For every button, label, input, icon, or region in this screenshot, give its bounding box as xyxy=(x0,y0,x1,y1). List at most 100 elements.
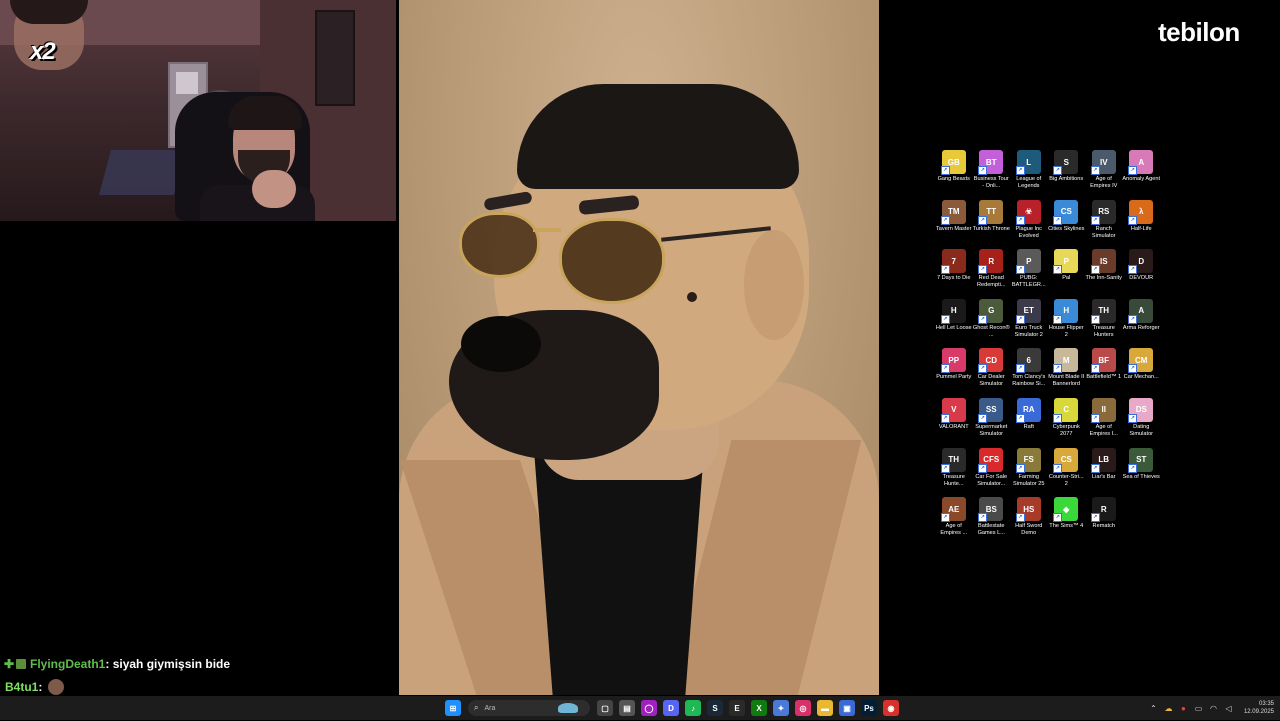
desktop-icon[interactable]: FS ↗ Farming Simulator 25 xyxy=(1010,447,1048,498)
instagram-icon[interactable]: ◎ xyxy=(795,700,811,716)
search-highlight-icon xyxy=(558,703,578,713)
desktop-icon[interactable]: H ↗ Hell Let Loose xyxy=(935,298,973,349)
desktop-icon[interactable]: ◆ ↗ The Sims™ 4 xyxy=(1048,497,1086,547)
chrome-icon[interactable]: ◉ xyxy=(883,700,899,716)
app-icon: S ↗ xyxy=(1053,150,1079,175)
discord-icon[interactable]: D xyxy=(663,700,679,716)
desktop-icon[interactable]: TM ↗ Tavern Master xyxy=(935,199,973,250)
chevron-up-icon[interactable]: ⌃ xyxy=(1149,704,1158,713)
desktop-icon[interactable]: CM ↗ Car Mechan... xyxy=(1123,348,1161,398)
app-purple-icon[interactable]: ◯ xyxy=(641,700,657,716)
sunglasses-lens-left xyxy=(459,212,540,278)
app-icon: A ↗ xyxy=(1128,150,1154,175)
desktop-icon[interactable]: CS ↗ Counter-Stri... 2 xyxy=(1048,447,1086,498)
desktop-icon[interactable]: RS ↗ Ranch Simulator xyxy=(1085,199,1123,250)
desktop-icon[interactable]: C ↗ Cyberpunk 2077 xyxy=(1048,397,1086,448)
desktop-icon-label: Mount Blade II Bannerlord xyxy=(1048,374,1085,388)
desktop-icon-label: Pummel Party xyxy=(936,374,972,381)
desktop-icon[interactable]: IV ↗ Age of Empires IV xyxy=(1085,150,1123,200)
desktop-icon[interactable]: TH ↗ Treasure Hunters xyxy=(1085,298,1123,349)
shortcut-arrow-icon: ↗ xyxy=(1128,364,1138,374)
steam-icon[interactable]: S xyxy=(707,700,723,716)
desktop-icon[interactable]: R ↗ Red Dead Redempti... xyxy=(973,249,1011,299)
desktop-icon[interactable]: BS ↗ Battlestate Games L... xyxy=(973,497,1011,547)
epic-games-icon[interactable]: E xyxy=(729,700,745,716)
shortcut-arrow-icon: ↗ xyxy=(1128,314,1138,324)
shortcut-arrow-icon: ↗ xyxy=(1015,215,1025,225)
desktop-icon[interactable]: M ↗ Mount Blade II Bannerlord xyxy=(1048,348,1086,398)
app-icon: L ↗ xyxy=(1015,150,1041,175)
taskbar-search[interactable]: ⌕ Ara xyxy=(468,700,590,716)
desktop-icon[interactable]: 6 ↗ Tom Clancy's Rainbow Si... xyxy=(1010,348,1048,398)
task-view-icon[interactable]: ▢ xyxy=(597,700,613,716)
desktop-icon-label: League of Legends xyxy=(1016,176,1042,189)
desktop-icon[interactable]: S ↗ Big Ambitions xyxy=(1048,150,1086,200)
desktop-icon[interactable]: HS ↗ Half Sword Demo xyxy=(1010,497,1048,547)
shortcut-arrow-icon: ↗ xyxy=(1128,463,1138,473)
desktop-icon[interactable]: CS ↗ Cities Skylines xyxy=(1048,199,1086,250)
desktop-icon[interactable]: BF ↗ Battlefield™ 1 xyxy=(1085,348,1123,398)
desktop-icon[interactable]: P ↗ PUBG: BATTLEGR... xyxy=(1010,249,1048,299)
desktop-icon[interactable]: H ↗ House Flipper 2 xyxy=(1048,298,1086,349)
shortcut-arrow-icon: ↗ xyxy=(1090,463,1100,473)
desktop-icon-label: PUBG: BATTLEGR... xyxy=(1011,275,1046,289)
app-icon: R ↗ xyxy=(978,249,1004,275)
desktop-icon[interactable]: CFS ↗ Car For Sale Simulator... xyxy=(973,447,1011,498)
desktop-icon[interactable]: TH ↗ Treasure Hunte... xyxy=(935,447,973,498)
desktop-icon-label: Car Dealer Simulator xyxy=(977,374,1005,388)
taskbar-apps: ▢ ▤ ◯ D ♪ S E X ✦ ◎ ▬ ▣ Ps ◉ xyxy=(594,700,902,716)
desktop-icon[interactable]: D ↗ DEVOUR xyxy=(1123,249,1161,299)
app-icon: H ↗ xyxy=(940,298,966,324)
chat-username[interactable]: FlyingDeath1 xyxy=(30,657,105,671)
desktop-icon[interactable]: ☣ ↗ Plague Inc Evolved xyxy=(1010,199,1048,250)
copilot-icon[interactable]: ✦ xyxy=(773,700,789,716)
taskbar-clock[interactable]: 03:35 12.09.2025 xyxy=(1244,700,1274,716)
streamer-hair xyxy=(228,96,302,130)
chat-text: : siyah giymişsin bide xyxy=(105,656,231,671)
desktop-icon[interactable]: DS ↗ Dating Simulator xyxy=(1123,397,1161,448)
desktop-icon[interactable]: λ ↗ Half-Life xyxy=(1123,199,1161,250)
file-manager-icon[interactable]: ▤ xyxy=(619,700,635,716)
desktop-icon[interactable]: R ↗ Rematch xyxy=(1085,497,1123,547)
wifi-icon[interactable]: ◠ xyxy=(1209,704,1218,713)
desktop-icon[interactable]: A ↗ Anomaly Agent xyxy=(1122,150,1161,200)
desktop-icon[interactable]: RA ↗ Raft xyxy=(1010,397,1048,448)
desktop-icon[interactable]: G ↗ Ghost Recon® ... xyxy=(973,298,1011,349)
desktop-icon[interactable]: P ↗ Pal xyxy=(1048,249,1086,299)
desktop-icon[interactable]: 7 ↗ 7 Days to Die xyxy=(935,249,973,299)
shortcut-arrow-icon: ↗ xyxy=(1090,215,1100,225)
desktop-icon[interactable]: PP ↗ Pummel Party xyxy=(935,348,973,398)
desktop-icon-label: Anomaly Agent xyxy=(1122,176,1161,182)
desktop-icon[interactable]: II ↗ Age of Empires I... xyxy=(1085,397,1123,448)
desktop-icon[interactable]: ST ↗ Sea of Thieves xyxy=(1123,447,1161,498)
folder-icon[interactable]: ▣ xyxy=(839,700,855,716)
desktop-icon[interactable]: IS ↗ The Inn-Sanity xyxy=(1085,249,1123,299)
desktop-icon[interactable]: A ↗ Arma Reforger xyxy=(1123,298,1161,349)
windows-start-icon[interactable]: ⊞ xyxy=(445,700,461,716)
desktop-icon[interactable]: AE ↗ Age of Empires ... xyxy=(935,497,973,547)
desktop-icon[interactable]: V ↗ VALORANT xyxy=(935,397,973,448)
app-icon: GB ↗ xyxy=(940,150,966,175)
shortcut-arrow-icon: ↗ xyxy=(978,513,988,523)
onedrive-icon[interactable]: ☁ xyxy=(1164,704,1173,713)
xbox-icon[interactable]: X xyxy=(751,700,767,716)
display-icon[interactable]: ▭ xyxy=(1194,704,1203,713)
app-icon: PP ↗ xyxy=(940,348,966,374)
shortcut-arrow-icon: ↗ xyxy=(1053,314,1063,324)
chat-username[interactable]: B4tu1 xyxy=(5,680,38,694)
desktop-icon[interactable]: GB ↗ Gang Beasts xyxy=(935,150,973,200)
explorer-icon[interactable]: ▬ xyxy=(817,700,833,716)
spotify-icon[interactable]: ♪ xyxy=(685,700,701,716)
desktop-icon[interactable]: TT ↗ Turkish Throne xyxy=(973,199,1011,250)
shortcut-arrow-icon: ↗ xyxy=(1128,265,1138,275)
desktop-icon[interactable]: LB ↗ Liar's Bar xyxy=(1085,447,1123,498)
desktop-icon[interactable]: SS ↗ Supermarket Simulator xyxy=(973,397,1011,448)
desktop-icon-label: Car Mechan... xyxy=(1123,374,1159,381)
desktop-icon[interactable]: L ↗ League of Legends xyxy=(1010,150,1048,200)
desktop-icon[interactable]: ET ↗ Euro Truck Simulator 2 xyxy=(1010,298,1048,349)
desktop-icon[interactable]: CD ↗ Car Dealer Simulator xyxy=(973,348,1011,398)
volume-icon[interactable]: ◁ xyxy=(1224,704,1233,713)
desktop-icon[interactable]: BT ↗ Business Tour - Onli... xyxy=(973,150,1011,200)
photoshop-icon[interactable]: Ps xyxy=(861,700,877,716)
microphone-icon[interactable]: ● xyxy=(1179,704,1188,713)
